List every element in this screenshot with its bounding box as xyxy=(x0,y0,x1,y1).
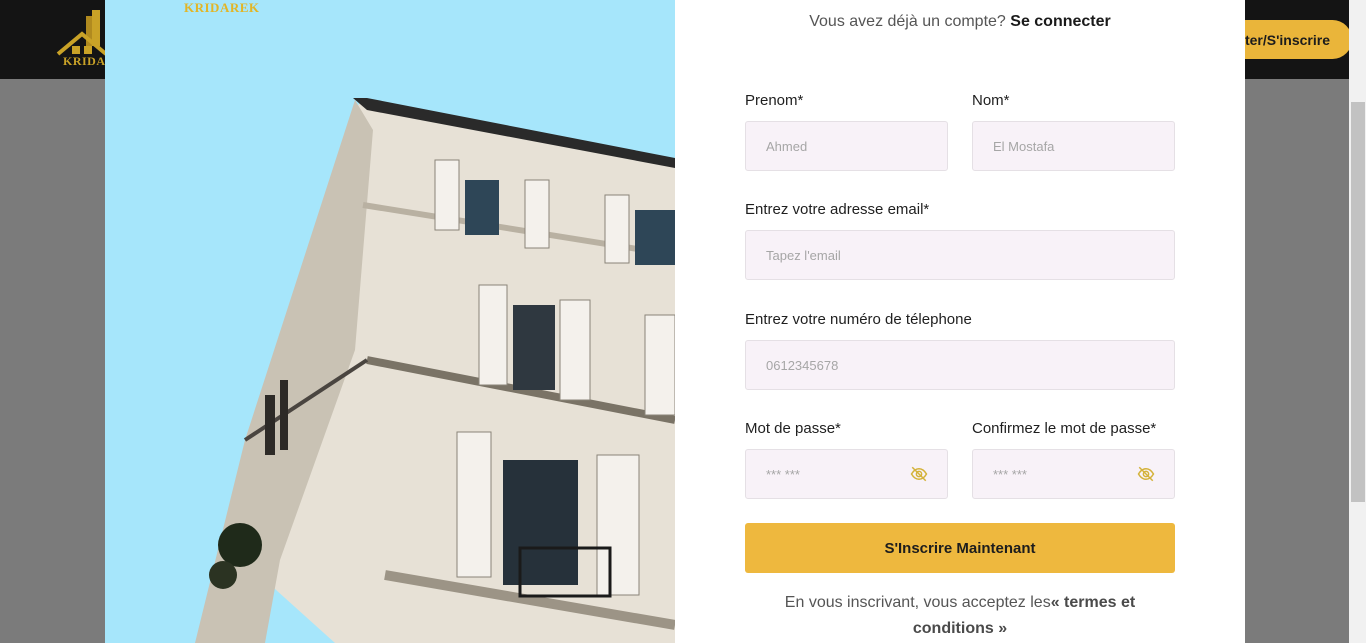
first-name-input[interactable] xyxy=(745,121,948,171)
login-link[interactable]: Se connecter xyxy=(1010,13,1110,30)
last-name-label: Nom* xyxy=(972,92,1010,109)
signup-submit-button[interactable]: S'Inscrire Maintenant xyxy=(745,523,1175,573)
brand-name: KRIDA xyxy=(63,54,106,68)
signup-form: Vous avez déjà un compte? Se connecter P… xyxy=(675,0,1245,643)
eye-off-icon[interactable] xyxy=(910,465,928,483)
email-label: Entrez votre adresse email* xyxy=(745,201,930,218)
building-illustration xyxy=(195,98,675,643)
terms-notice: En vous inscrivant, vous acceptez les« t… xyxy=(745,590,1175,642)
password-label: Mot de passe* xyxy=(745,420,841,437)
have-account-text: Vous avez déjà un compte? xyxy=(809,13,1006,30)
first-name-label: Prenom* xyxy=(745,92,804,109)
confirm-password-label: Confirmez le mot de passe* xyxy=(972,420,1157,437)
building-photo: KRIDAREK xyxy=(105,0,675,643)
phone-label: Entrez votre numéro de télephone xyxy=(745,311,972,328)
have-account-line: Vous avez déjà un compte? Se connecter xyxy=(675,13,1245,31)
phone-input[interactable] xyxy=(745,340,1175,390)
signup-modal: KRIDAREK Vous avez déjà un compte? Se co… xyxy=(105,0,1245,643)
eye-off-icon[interactable] xyxy=(1137,465,1155,483)
email-input[interactable] xyxy=(745,230,1175,280)
terms-text: En vous inscrivant, vous acceptez les xyxy=(784,594,1051,611)
last-name-input[interactable] xyxy=(972,121,1175,171)
scrollbar-thumb[interactable] xyxy=(1351,102,1365,502)
modal-brand-name: KRIDAREK xyxy=(184,0,260,15)
